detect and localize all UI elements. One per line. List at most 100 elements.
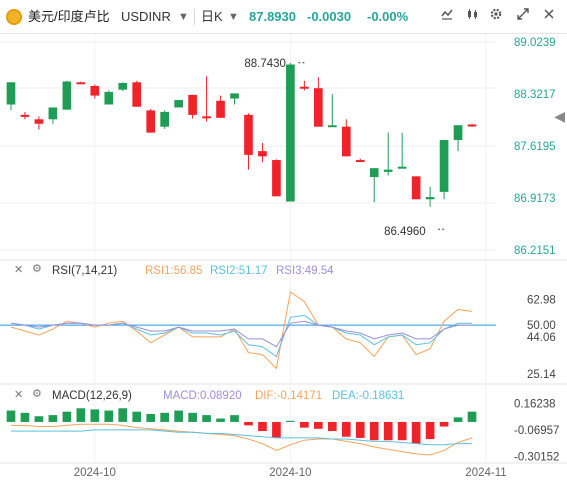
timeframe-select[interactable]: 日K — [201, 8, 223, 26]
fullscreen-icon[interactable] — [512, 7, 534, 27]
candle-body — [425, 197, 435, 200]
macd-axis-label: -0.06957 — [514, 425, 559, 437]
candle-body — [272, 160, 281, 197]
macd-label: MACD(12,26,9) — [52, 390, 132, 402]
macd-bar — [174, 410, 183, 422]
macd-bar — [244, 421, 253, 426]
candle-body — [216, 100, 225, 118]
price-annotation: 88.7430 — [244, 58, 286, 70]
macd-bar — [327, 421, 337, 432]
last-price: 87.8930 — [249, 9, 296, 24]
candle-body — [314, 88, 323, 127]
macd-bar — [258, 421, 267, 432]
macd-bar — [355, 421, 365, 438]
candle-body — [104, 91, 114, 105]
coin-icon — [6, 9, 22, 25]
macd-bar — [146, 413, 156, 422]
macd-bar — [90, 409, 100, 422]
symbol-code[interactable]: USDINR — [121, 8, 171, 26]
macd-bar — [62, 411, 72, 422]
price-change: -0.0030 — [307, 9, 352, 24]
candle-body — [188, 94, 197, 115]
rsi1-value: RSI1:56.85 — [145, 265, 203, 277]
candle-body — [327, 125, 337, 128]
timeframe-chevron-icon[interactable]: ▼ — [228, 8, 239, 26]
candle-body — [355, 160, 365, 163]
macd-bar — [425, 421, 435, 440]
candle-body — [160, 111, 169, 127]
macd-axis: 0.16238 -0.06957 -0.30152 — [514, 398, 559, 463]
macd-bar — [118, 408, 128, 422]
rsi-line-rsi1 — [10, 290, 473, 370]
candle-body — [90, 85, 100, 96]
rsi-axis-label: 50.00 — [527, 320, 556, 332]
macd-bar — [314, 421, 323, 429]
rsi2-value: RSI2:51.17 — [210, 265, 268, 277]
rsi-axis-label: 25.14 — [527, 369, 556, 381]
candle-body — [118, 83, 128, 90]
candle-body — [146, 110, 156, 133]
price-axis-label: 86.2151 — [514, 245, 556, 257]
rsi-collapse-icon[interactable]: ✕ — [14, 263, 23, 276]
price-axis-label: 86.9173 — [514, 193, 556, 205]
macd-bar — [76, 408, 86, 422]
drawing-icon[interactable] — [436, 7, 458, 27]
chevron-down-icon[interactable]: ▼ — [178, 8, 189, 26]
candle-body — [467, 124, 477, 127]
macd-bar — [6, 410, 16, 422]
rsi-gear-icon[interactable]: ⚙ — [32, 262, 42, 275]
candle-body — [62, 81, 72, 110]
candle-body — [230, 93, 239, 99]
macd-bar — [132, 411, 142, 422]
price-axis-label: 88.3217 — [514, 89, 556, 101]
macd-bar — [369, 421, 379, 441]
symbol-title[interactable]: 美元/印度卢比 — [28, 8, 110, 26]
candles — [6, 63, 477, 207]
candle-body — [174, 100, 183, 108]
candle-body — [453, 125, 463, 141]
time-axis-label: 2024-11 — [465, 467, 506, 479]
macd-bar — [216, 418, 225, 422]
price-axis-label: 87.6195 — [514, 141, 556, 153]
close-icon[interactable] — [538, 7, 560, 27]
candle-body — [76, 82, 86, 85]
candle-body — [48, 107, 58, 120]
macd-bar — [48, 415, 58, 422]
macd-bar — [453, 417, 463, 422]
rsi3-value: RSI3:49.54 — [276, 265, 334, 277]
chart-canvas[interactable]: 89.0239 88.3217 87.6195 86.9173 86.2151 88.7… — [0, 34, 567, 483]
candle-body — [258, 151, 267, 157]
arrow-right-icon[interactable]: ◀ — [554, 108, 565, 125]
candle-body — [132, 82, 142, 107]
macd-bar — [20, 412, 30, 422]
macd-bar — [411, 421, 421, 444]
candle-body — [341, 126, 351, 157]
candle-body — [202, 116, 211, 119]
price-change-pct: -0.00% — [367, 9, 409, 24]
macd-bar — [104, 410, 114, 422]
rsi-line-rsi2 — [10, 314, 473, 358]
rsi-lines — [0, 290, 496, 370]
macd-axis-label: 0.16238 — [514, 398, 556, 410]
price-axis: 89.0239 88.3217 87.6195 86.9173 86.2151 — [514, 37, 556, 257]
macd-gear-icon[interactable]: ⚙ — [32, 387, 42, 400]
candle-body — [369, 168, 379, 178]
macd-collapse-icon[interactable]: ✕ — [14, 388, 23, 401]
candle-body — [34, 119, 44, 124]
time-axis: 2024-10 2024-10 2024-11 — [74, 467, 507, 479]
macd-bar — [230, 415, 239, 422]
macd-bar — [341, 421, 351, 437]
candle-body — [439, 140, 449, 192]
toolbar: 美元/印度卢比 USDINR ▼ 日K ▼ 87.8930 -0.0030 -0… — [0, 0, 567, 34]
candle-body — [244, 114, 253, 155]
dea-value: DEA:-0.18631 — [332, 390, 405, 402]
settings-icon[interactable] — [485, 7, 507, 27]
indicator-icon[interactable] — [462, 7, 484, 27]
candle-body — [20, 114, 30, 117]
divider — [194, 9, 195, 25]
macd-bar — [300, 421, 309, 428]
macd-bar — [467, 411, 477, 422]
price-axis-label: 89.0239 — [514, 37, 556, 49]
rsi-axis: 62.98 50.0044.06 25.14 — [527, 295, 556, 381]
macd-axis-label: -0.30152 — [514, 451, 559, 463]
